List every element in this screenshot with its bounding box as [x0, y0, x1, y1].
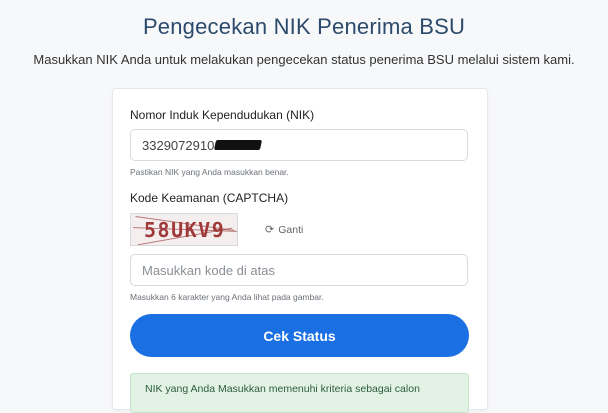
captcha-image: 58UKV9: [130, 213, 238, 246]
nik-label: Nomor Induk Kependudukan (NIK): [130, 108, 315, 122]
captcha-placeholder: Masukkan kode di atas: [142, 262, 275, 278]
captcha-label: Kode Keamanan (CAPTCHA): [130, 191, 289, 205]
captcha-input[interactable]: Masukkan kode di atas: [130, 254, 468, 286]
captcha-refresh-button[interactable]: ⟳ Ganti: [265, 223, 304, 237]
refresh-label: Ganti: [278, 223, 304, 236]
page-title: Pengecekan NIK Penerima BSU: [142, 14, 466, 39]
refresh-icon: ⟳: [265, 224, 275, 236]
nik-value: 3329072910: [142, 137, 215, 153]
page-subtitle: Masukkan NIK Anda untuk melakukan pengec…: [33, 52, 575, 67]
captcha-hint: Masukkan 6 karakter yang Anda lihat pada…: [130, 292, 324, 302]
check-status-button[interactable]: Cek Status: [130, 314, 469, 357]
nik-input[interactable]: 3329072910: [130, 129, 468, 161]
redaction-mark: [214, 140, 263, 150]
captcha-code: 58UKV9: [144, 218, 226, 242]
nik-check-form: Nomor Induk Kependudukan (NIK) 332907291…: [112, 88, 488, 413]
nik-hint: Pastikan NIK yang Anda masukkan benar.: [130, 167, 289, 177]
result-alert: NIK yang Anda Masukkan memenuhi kriteria…: [130, 373, 469, 413]
result-message: NIK yang Anda Masukkan memenuhi kriteria…: [145, 383, 420, 395]
